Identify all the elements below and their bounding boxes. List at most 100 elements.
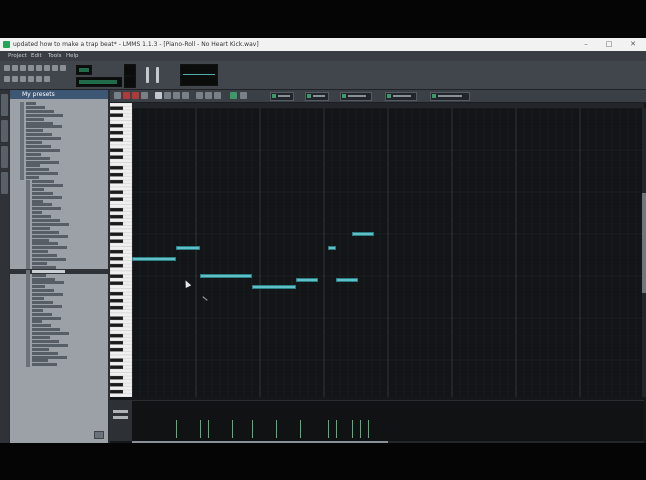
white-key[interactable] <box>110 337 132 342</box>
black-key[interactable] <box>110 148 124 153</box>
controller-rack-icon[interactable] <box>36 76 42 82</box>
menu-help[interactable]: Help <box>66 51 79 61</box>
new-project-icon[interactable] <box>4 65 10 71</box>
black-key[interactable] <box>110 172 124 177</box>
white-key[interactable] <box>110 246 132 251</box>
scale-combo[interactable] <box>385 92 417 101</box>
black-key[interactable] <box>110 106 124 111</box>
note-block[interactable] <box>252 284 296 289</box>
black-key[interactable] <box>110 389 124 394</box>
black-key[interactable] <box>110 214 124 219</box>
record-button-icon[interactable] <box>123 92 130 99</box>
white-key[interactable] <box>110 200 132 205</box>
time-signature-display[interactable] <box>76 77 122 87</box>
white-key[interactable] <box>110 270 132 275</box>
white-key[interactable] <box>110 151 132 156</box>
menu-edit[interactable]: Edit <box>31 51 42 61</box>
velocity-bar[interactable] <box>300 420 301 438</box>
black-key[interactable] <box>110 256 124 261</box>
white-key[interactable] <box>110 284 132 289</box>
black-key[interactable] <box>110 137 124 142</box>
piano-roll-icon[interactable] <box>12 76 18 82</box>
black-key[interactable] <box>110 375 124 380</box>
velocity-editor[interactable] <box>132 400 644 442</box>
white-key[interactable] <box>110 183 132 188</box>
white-key[interactable] <box>110 330 132 335</box>
velocity-bar[interactable] <box>252 420 253 438</box>
whats-this-icon[interactable] <box>52 65 58 71</box>
velocity-bar[interactable] <box>360 420 361 438</box>
zoom-combo[interactable] <box>270 92 294 101</box>
stop-button-icon[interactable] <box>141 92 148 99</box>
black-key[interactable] <box>110 249 124 254</box>
velocity-bar[interactable] <box>276 420 277 438</box>
white-key[interactable] <box>110 326 132 331</box>
black-key[interactable] <box>110 291 124 296</box>
minimize-button[interactable]: – <box>575 38 597 51</box>
white-key[interactable] <box>110 176 132 181</box>
black-key[interactable] <box>110 263 124 268</box>
white-key[interactable] <box>110 242 132 247</box>
velocity-bar[interactable] <box>176 420 177 438</box>
white-key[interactable] <box>110 116 132 121</box>
black-key[interactable] <box>110 347 124 352</box>
automation-editor-icon[interactable] <box>20 76 26 82</box>
white-key[interactable] <box>110 186 132 191</box>
white-key[interactable] <box>110 141 132 146</box>
note-block[interactable] <box>352 232 375 236</box>
black-key[interactable] <box>110 130 124 135</box>
note-block[interactable] <box>176 246 200 250</box>
white-key[interactable] <box>110 386 132 391</box>
black-key[interactable] <box>110 382 124 387</box>
volume-slider[interactable] <box>146 67 149 83</box>
white-key[interactable] <box>110 109 132 114</box>
velocity-bar[interactable] <box>208 420 209 438</box>
record-while-playing-icon[interactable] <box>132 92 139 99</box>
white-key[interactable] <box>110 309 132 314</box>
white-key[interactable] <box>110 267 132 272</box>
white-key[interactable] <box>110 211 132 216</box>
white-key[interactable] <box>110 361 132 366</box>
play-button-icon[interactable] <box>114 92 121 99</box>
white-key[interactable] <box>110 253 132 258</box>
note-block[interactable] <box>132 256 176 261</box>
piano-keyboard[interactable] <box>110 103 132 397</box>
note-block[interactable] <box>296 277 319 282</box>
master-pitch-knob[interactable] <box>124 76 136 88</box>
white-key[interactable] <box>110 158 132 163</box>
erase-mode-icon[interactable] <box>164 92 171 99</box>
vertical-scrollbar[interactable] <box>642 108 646 397</box>
white-key[interactable] <box>110 218 132 223</box>
black-key[interactable] <box>110 316 124 321</box>
menu-project[interactable]: Project <box>8 51 27 61</box>
white-key[interactable] <box>110 169 132 174</box>
export-project-icon[interactable] <box>36 65 42 71</box>
cut-icon[interactable] <box>196 92 203 99</box>
chord-combo[interactable] <box>430 92 470 101</box>
project-notes-icon[interactable] <box>44 76 50 82</box>
black-key[interactable] <box>110 365 124 370</box>
black-key[interactable] <box>110 281 124 286</box>
velocity-bar[interactable] <box>232 420 233 438</box>
white-key[interactable] <box>110 288 132 293</box>
velocity-bar[interactable] <box>336 420 337 438</box>
white-key[interactable] <box>110 144 132 149</box>
sidebar-tab-my-projects[interactable] <box>1 120 8 142</box>
draw-mode-icon[interactable] <box>155 92 162 99</box>
quantize-combo[interactable] <box>305 92 329 101</box>
note-block[interactable] <box>328 246 336 250</box>
black-key[interactable] <box>110 197 124 202</box>
white-key[interactable] <box>110 228 132 233</box>
white-key[interactable] <box>110 354 132 359</box>
black-key[interactable] <box>110 305 124 310</box>
black-key[interactable] <box>110 358 124 363</box>
fx-mixer-icon[interactable] <box>28 76 34 82</box>
velocity-bar[interactable] <box>352 420 353 438</box>
white-key[interactable] <box>110 277 132 282</box>
menu-tools[interactable]: Tools <box>48 51 62 61</box>
sidebar-tab-my-presets[interactable] <box>1 172 8 194</box>
black-key[interactable] <box>110 179 124 184</box>
open-project-icon[interactable] <box>12 65 18 71</box>
tempo-display[interactable] <box>76 65 92 75</box>
copy-icon[interactable] <box>205 92 212 99</box>
